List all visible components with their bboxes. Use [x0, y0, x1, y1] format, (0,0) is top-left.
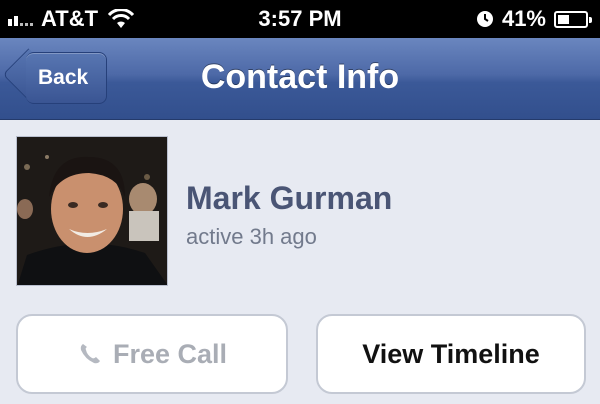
battery-fill [558, 14, 569, 24]
page-title: Contact Info [200, 58, 400, 96]
alarm-clock-icon [476, 11, 493, 27]
free-call-button[interactable]: Free Call [16, 314, 288, 394]
free-call-label: Free Call [112, 338, 228, 369]
last-active-status: active 3h ago [186, 224, 317, 249]
status-bar: AT&T 3:57 PM 41% [0, 0, 600, 38]
battery-percent: 41% [501, 6, 546, 31]
avatar-photo [17, 137, 167, 285]
navigation-bar: Back Contact Info [0, 38, 600, 120]
phone-icon [80, 344, 100, 364]
view-timeline-button[interactable]: View Timeline [316, 314, 586, 394]
status-right: 41% [476, 6, 592, 32]
view-timeline-label: View Timeline [362, 338, 540, 369]
battery-icon [554, 10, 592, 28]
contact-name: Mark Gurman [186, 180, 393, 216]
avatar[interactable] [16, 136, 168, 286]
